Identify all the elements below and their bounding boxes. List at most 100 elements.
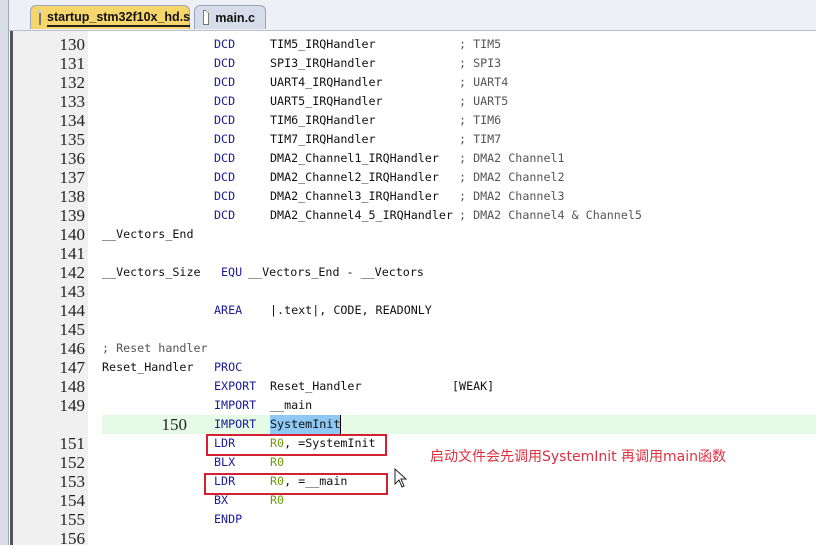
code-opcode: ENDP	[214, 512, 243, 526]
highlight-box-ldr-systeminit	[206, 434, 387, 456]
line-number: 146	[59, 339, 86, 358]
code-operand: DMA2_Channel1_IRQHandler	[270, 151, 439, 165]
code-comment: ; UART4	[459, 75, 509, 89]
code-comment: ; DMA2 Channel2	[459, 170, 565, 184]
line-number: 137	[59, 168, 86, 187]
code-opcode: DCD	[214, 113, 236, 127]
code-line[interactable]: 145	[0, 320, 816, 339]
line-number: 142	[59, 263, 86, 282]
code-line[interactable]: 147 Reset_Handler PROC	[0, 358, 816, 377]
code-comment: ; Reset handler	[102, 341, 208, 355]
code-line[interactable]: 137 DCD DMA2_Channel2_IRQHandler ; DMA2 Cha…	[0, 168, 816, 187]
line-number: 131	[59, 54, 86, 73]
code-comment: ; TIM6	[459, 113, 502, 127]
line-number: 130	[59, 35, 86, 54]
code-line[interactable]: 156	[0, 529, 816, 548]
code-line[interactable]: 154 BX R0	[0, 491, 816, 510]
code-operand: DMA2_Channel4_5_IRQHandler	[270, 208, 453, 222]
code-opcode: PROC	[214, 360, 243, 374]
code-opcode: DCD	[214, 208, 236, 222]
code-label: __Vectors_Size	[102, 265, 201, 279]
code-line[interactable]: 142 __Vectors_Size EQU __Vectors_End - __Ve…	[0, 263, 816, 282]
code-line[interactable]: 131 DCD SPI3_IRQHandler ; SPI3	[0, 54, 816, 73]
code-line[interactable]: 138 DCD DMA2_Channel3_IRQHandler ; DMA2 Cha…	[0, 187, 816, 206]
tab-label: startup_stm32f10x_hd.s	[47, 9, 191, 27]
code-line[interactable]: 146 ; Reset handler	[0, 339, 816, 358]
code-line[interactable]: 148 EXPORT Reset_Handler [WEAK]	[0, 377, 816, 396]
code-comment: [WEAK]	[452, 379, 495, 393]
code-operand: __main	[270, 398, 313, 412]
code-opcode: DCD	[214, 94, 236, 108]
code-line[interactable]: 143	[0, 282, 816, 301]
code-comment: ; UART5	[459, 94, 509, 108]
code-opcode: AREA	[214, 303, 243, 317]
line-number: 138	[59, 187, 86, 206]
line-number: 141	[59, 244, 86, 263]
code-operand: SystemInit	[270, 415, 342, 434]
code-opcode: DCD	[214, 132, 236, 146]
code-opcode: DCD	[214, 189, 236, 203]
annotation-text: 启动文件会先调用SystemInit 再调用main函数	[430, 449, 727, 465]
code-comment: ; DMA2 Channel4 & Channel5	[459, 208, 642, 222]
line-number: 156	[59, 529, 86, 548]
line-number: 148	[59, 377, 86, 396]
tab-startup-file[interactable]: startup_stm32f10x_hd.s	[30, 5, 191, 29]
line-number: 152	[59, 453, 86, 472]
code-operand: SPI3_IRQHandler	[270, 56, 376, 70]
code-operand: TIM6_IRQHandler	[270, 113, 376, 127]
file-icon	[203, 10, 210, 25]
code-comment: ; DMA2 Channel3	[459, 189, 565, 203]
code-comment: ; DMA2 Channel1	[459, 151, 565, 165]
register-name: R0	[270, 455, 285, 469]
code-opcode: DCD	[214, 75, 236, 89]
line-number: 143	[59, 282, 86, 301]
line-number: 135	[59, 130, 86, 149]
code-line[interactable]: 132 DCD UART4_IRQHandler ; UART4	[0, 73, 816, 92]
line-number: 133	[59, 92, 86, 111]
line-number: 151	[59, 434, 86, 453]
tab-main-c[interactable]: main.c	[194, 5, 266, 29]
line-number: 145	[59, 320, 86, 339]
code-operand: UART4_IRQHandler	[270, 75, 383, 89]
code-comment: ; TIM5	[459, 37, 502, 51]
code-operand: DMA2_Channel3_IRQHandler	[270, 189, 439, 203]
code-line[interactable]: 150 IMPORT SystemInit	[102, 415, 816, 434]
tab-label: main.c	[215, 10, 255, 25]
code-line[interactable]: 149 IMPORT __main	[0, 396, 816, 415]
line-number: 139	[59, 206, 86, 225]
code-line[interactable]: 139 DCD DMA2_Channel4_5_IRQHandler ; DMA2 C…	[0, 206, 816, 225]
code-line[interactable]: 130 DCD TIM5_IRQHandler ; TIM5	[0, 35, 816, 54]
register-name: R0	[270, 493, 285, 507]
code-operand: Reset_Handler	[270, 379, 362, 393]
code-line[interactable]: 155 ENDP	[0, 510, 816, 529]
line-number: 132	[59, 73, 86, 92]
code-opcode: DCD	[214, 151, 236, 165]
code-comment: ; SPI3	[459, 56, 502, 70]
line-number: 147	[59, 358, 86, 377]
code-line[interactable]: 153 LDR R0, =__main	[0, 472, 816, 491]
code-operand: DMA2_Channel2_IRQHandler	[270, 170, 439, 184]
code-line[interactable]: 134 DCD TIM6_IRQHandler ; TIM6	[0, 111, 816, 130]
code-opcode: DCD	[214, 37, 236, 51]
code-opcode: IMPORT	[214, 417, 257, 431]
code-operand: TIM5_IRQHandler	[270, 37, 376, 51]
code-operand: TIM7_IRQHandler	[270, 132, 376, 146]
code-opcode: EQU	[221, 265, 243, 279]
code-line[interactable]: 140 __Vectors_End	[0, 225, 816, 244]
code-label: Reset_Handler	[102, 360, 194, 374]
code-operand: __Vectors_End - __Vectors	[248, 265, 424, 279]
code-operand: UART5_IRQHandler	[270, 94, 383, 108]
line-number: 155	[59, 510, 86, 529]
code-line[interactable]: 136 DCD DMA2_Channel1_IRQHandler ; DMA2 Cha…	[0, 149, 816, 168]
code-opcode: DCD	[214, 56, 236, 70]
code-line[interactable]: 141	[0, 244, 816, 263]
highlight-box-ldr-main	[204, 473, 388, 495]
line-number: 144	[59, 301, 86, 320]
code-line[interactable]: 144 AREA |.text|, CODE, READONLY	[0, 301, 816, 320]
file-icon	[38, 10, 41, 25]
code-label: __Vectors_End	[102, 227, 194, 241]
code-line[interactable]: 135 DCD TIM7_IRQHandler ; TIM7	[0, 130, 816, 149]
code-line[interactable]: 133 DCD UART5_IRQHandler ; UART5	[0, 92, 816, 111]
line-number: 150	[161, 415, 188, 434]
code-opcode: DCD	[214, 170, 236, 184]
